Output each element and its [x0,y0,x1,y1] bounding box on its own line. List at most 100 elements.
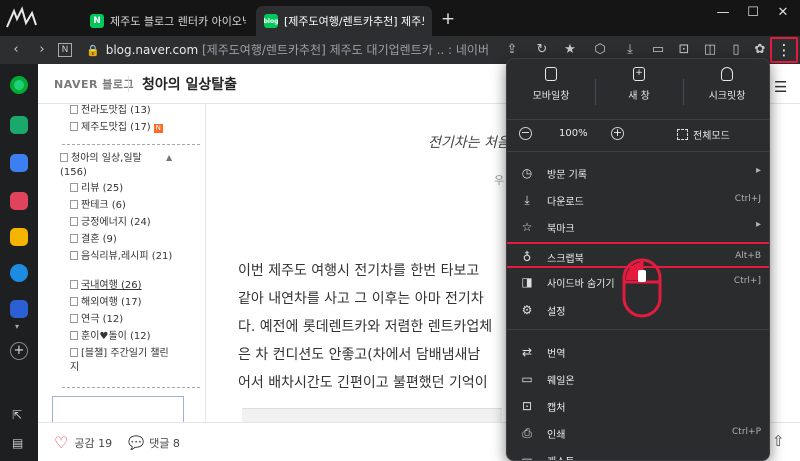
capture-toolbar-icon[interactable]: ⊡ [674,40,694,60]
menu-item-label: 번역 [547,349,566,360]
profile-icon[interactable]: ✿ [750,40,770,60]
close-window-icon[interactable]: ✕ [768,0,798,26]
menu-item-bookmarks[interactable]: ☆ 북마크 ▸ [507,214,769,240]
category-label: 청아의 일상,일탈 (156) [60,153,142,178]
minimize-icon[interactable]: — [708,0,738,26]
sidebar-widget-box [52,396,184,422]
embedded-content-box [242,408,502,422]
category-item[interactable]: 훈이♥돌이 (12) [70,330,150,344]
comment-button[interactable]: 💬 댓글 8 [128,435,180,451]
page-icon [70,331,78,340]
sidebar-settings-icon[interactable]: ▤ [12,436,23,450]
new-window-button[interactable]: + 새 창 [595,67,683,102]
bell-icon[interactable] [10,116,28,134]
forward-icon[interactable]: › [32,40,52,60]
open-external-icon[interactable]: ⇱ [12,408,22,422]
category-item[interactable]: 국내여행 (26) [70,279,142,293]
category-item[interactable]: 음식리뷰,레시피 (21) [70,250,180,264]
like-button[interactable]: ♡ 공감 19 [54,435,112,451]
category-item[interactable]: 결혼 (9) [70,233,117,247]
new-tab-button[interactable]: + [438,8,458,30]
menu-item-history[interactable]: ◷ 방문 기록 ▸ [507,160,769,186]
star-app-icon[interactable] [10,228,28,246]
submenu-arrow-icon: ▸ [755,165,761,176]
content-divider [205,104,206,422]
maximize-icon[interactable]: ☐ [738,0,768,26]
menu-item-label: 캐스트 [547,453,575,460]
whale-sidebar-home-icon[interactable] [10,76,28,94]
print-icon: ⎙ [522,426,532,440]
menu-item-whale-on[interactable]: ▭ 웨일온 [507,366,769,392]
share-icon[interactable]: ⇪ [502,40,522,60]
extensions-icon[interactable]: ⬡ [590,40,610,60]
menu-item-translate[interactable]: ⇄ 번역 [507,339,769,365]
share-post-icon[interactable]: ⇧ [772,432,785,450]
mouse-click-indicator-icon [622,258,662,318]
page-icon [70,122,78,131]
fullscreen-label: 전체모드 [693,131,730,142]
menu-item-cast[interactable]: ▭ 캐스트 [507,447,769,461]
category-item[interactable]: 연극 (12) [70,313,123,327]
category-item[interactable]: 제주도맛집 (17) N [70,121,163,135]
whale-sidebar: ▾ + ⇱ ▤ [0,64,38,461]
zoom-in-button[interactable]: + [611,127,624,140]
download-toolbar-icon[interactable]: ⤓ [620,40,640,60]
calendar-icon[interactable] [10,154,28,172]
reload-icon[interactable]: ↻ [532,40,552,60]
category-item[interactable]: [블챌] 주간일기 챌린지 [70,347,170,375]
shortcut-text: Alt+B [735,251,761,261]
menu-item-capture[interactable]: ⊡ 캡처 [507,393,769,419]
blog-title[interactable]: 청아의 일상탈출 [142,74,237,94]
category-item[interactable]: 청아의 일상,일탈 (156) [60,152,168,180]
new-badge-icon: N [153,124,163,133]
menu-item-label: 인쇄 [547,430,566,441]
fullscreen-icon [677,129,688,140]
hamburger-menu-icon[interactable]: ☰ [774,78,787,96]
submenu-arrow-icon: ▸ [755,219,761,230]
category-item[interactable]: 해외여행 (17) [70,296,142,310]
more-apps-chevron-icon[interactable]: ▾ [15,322,19,331]
page-icon [70,280,78,289]
add-sidebar-app-icon[interactable]: + [10,342,28,360]
outlook-icon[interactable] [10,300,28,318]
edge-app-icon[interactable] [10,264,28,282]
category-label: 결혼 (9) [81,234,117,245]
category-label: 음식리뷰,레시피 (21) [81,251,173,262]
address-bar[interactable]: 🔒 blog.naver.com [제주도여행/렌트카추천] 제주도 대기업렌트카… [86,38,492,62]
shortcut-text: Ctrl+J [734,194,761,204]
naver-home-icon[interactable]: N [58,43,72,57]
zoom-out-button[interactable]: − [519,127,532,140]
tab-2-active[interactable]: blog [제주도여행/렌트카추천] 제주도 [256,6,432,36]
pocket-icon[interactable] [10,192,28,210]
menu-item-downloads[interactable]: ⤓ 다운로드 Ctrl+J [507,187,769,213]
category-label: 제주도맛집 (17) [81,122,151,133]
page-icon [70,234,78,243]
main-menu-button[interactable]: ⋮ [770,37,798,63]
tab-1[interactable]: N 제주도 블로그 렌터카 아이오닉 [82,6,254,36]
shortcut-text: Ctrl+] [733,276,761,286]
mobile-icon [545,67,557,81]
like-count: 공감 19 [74,437,113,450]
category-item[interactable]: 리뷰 (25) [70,182,123,196]
collapse-arrow-icon[interactable]: ▲ [166,153,172,162]
menu-item-label: 스크랩북 [547,254,584,265]
category-item[interactable]: 긍정에너지 (24) [70,216,151,230]
naver-blog-logo[interactable]: NAVER 블로그 [54,76,134,92]
menu-item-print[interactable]: ⎙ 인쇄 Ctrl+P [507,420,769,446]
lock-icon: 🔒 [86,44,100,57]
menu-item-label: 사이드바 숨기기 [547,279,615,290]
split-view-icon[interactable]: ◫ [700,40,720,60]
download-icon: ⤓ [524,193,530,207]
bookmark-star-icon[interactable]: ★ [560,40,580,60]
menu-item-label: 방문 기록 [547,170,587,181]
cast-icon: ▭ [521,453,533,461]
category-item[interactable]: 전라도맛집 (13) [70,104,151,118]
video-icon[interactable]: ▭ [648,40,668,60]
fullscreen-button[interactable]: 전체모드 [677,127,730,142]
sidebar-toggle-icon[interactable]: ▯ [726,40,746,60]
back-icon[interactable]: ‹ [6,40,26,60]
category-item[interactable]: 짠테크 (6) [70,199,126,213]
page-icon [70,297,78,306]
mobile-window-button[interactable]: 모바일창 [507,67,595,102]
secret-window-button[interactable]: 시크릿창 [683,67,769,102]
